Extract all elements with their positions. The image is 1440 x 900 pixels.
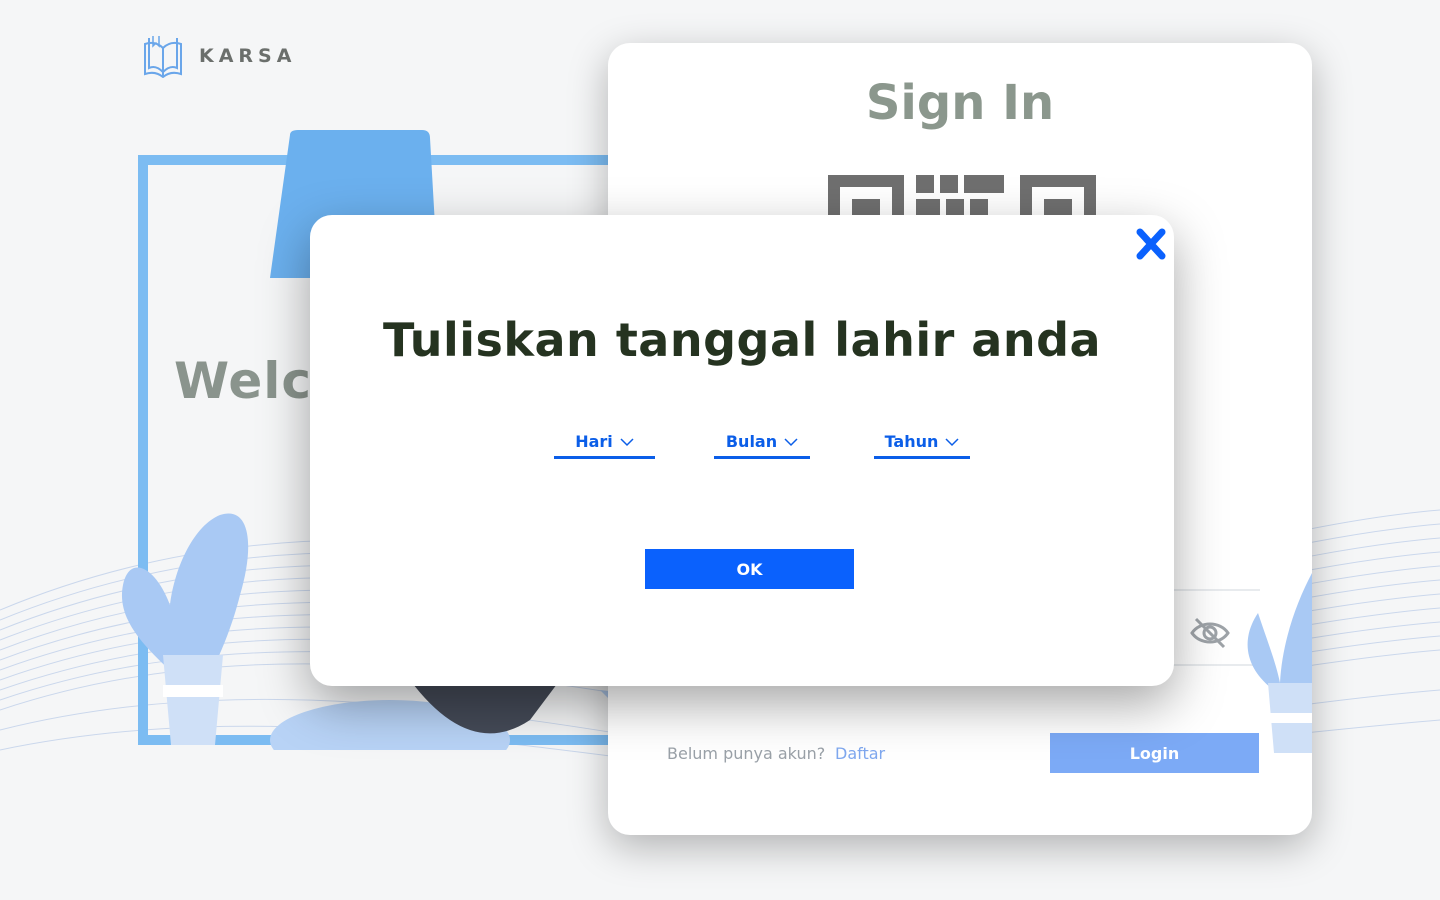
logo-text: KARSA: [199, 45, 297, 67]
plant-illustration-right: [1247, 573, 1312, 753]
app-logo: KARSA: [143, 34, 296, 78]
signup-link[interactable]: Daftar: [835, 744, 885, 763]
book-logo-icon: [144, 36, 182, 78]
chevron-down-icon: [620, 437, 634, 446]
chevron-down-icon: [945, 437, 959, 446]
birthdate-modal: Tuliskan tanggal lahir anda Hari Bulan T…: [310, 215, 1174, 686]
year-select[interactable]: Tahun: [874, 427, 970, 459]
signin-title: Sign In: [865, 75, 1055, 131]
close-icon: [1136, 228, 1166, 260]
ok-button[interactable]: OK: [645, 549, 854, 589]
month-select[interactable]: Bulan: [714, 427, 810, 459]
login-button[interactable]: Login: [1050, 733, 1259, 773]
chevron-down-icon: [784, 437, 798, 446]
eye-off-icon[interactable]: [1188, 615, 1232, 651]
modal-title: Tuliskan tanggal lahir anda: [382, 313, 1102, 367]
month-select-label: Bulan: [725, 432, 778, 451]
close-button[interactable]: [1136, 226, 1166, 260]
year-select-label: Tahun: [884, 432, 939, 451]
plant-illustration: [121, 513, 249, 745]
day-select[interactable]: Hari: [554, 427, 655, 459]
day-select-label: Hari: [575, 432, 613, 451]
signup-prompt: Belum punya akun?: [667, 744, 826, 763]
